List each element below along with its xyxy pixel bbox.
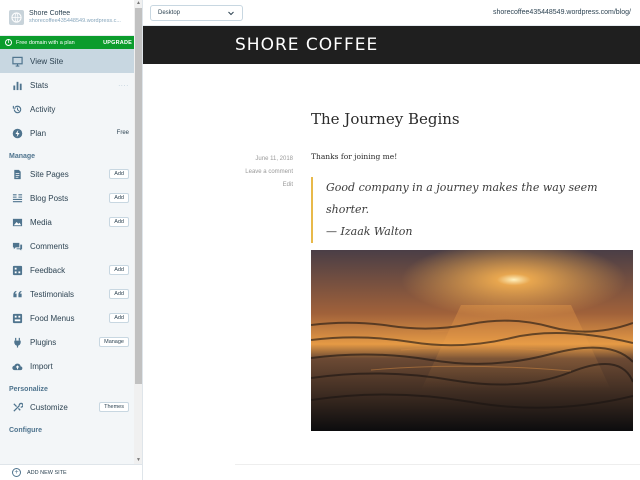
sidebar-item-blog-posts[interactable]: Blog Posts Add	[0, 186, 142, 210]
sidebar-item-feedback[interactable]: Feedback Add	[0, 258, 142, 282]
sidebar-item-media[interactable]: Media Add	[0, 210, 142, 234]
add-page-button[interactable]: Add	[109, 169, 129, 179]
site-title: Shore Coffee	[29, 10, 71, 18]
device-select[interactable]: Desktop	[150, 4, 243, 21]
edit-link[interactable]: Edit	[245, 179, 293, 192]
image-icon	[12, 217, 23, 228]
site-header-bar: SHORE COFFEE	[143, 26, 640, 64]
sidebar-item-label: Comments	[30, 241, 69, 251]
sidebar-item-activity[interactable]: Activity	[0, 97, 142, 121]
upgrade-link[interactable]: UPGRADE	[103, 40, 132, 46]
blockquote: Good company in a journey makes the way …	[311, 177, 633, 243]
feedback-icon	[12, 265, 23, 276]
sidebar-item-label: Activity	[30, 104, 56, 114]
quote-text: Good company in a journey makes the way …	[326, 181, 598, 216]
add-media-button[interactable]: Add	[109, 217, 129, 227]
sidebar-item-plan[interactable]: Plan Free	[0, 121, 142, 145]
post-date[interactable]: June 11, 2018	[245, 153, 293, 166]
site-preview: SHORE COFFEE The Journey Begins June 11,…	[143, 26, 640, 480]
themes-button[interactable]: Themes	[99, 402, 129, 412]
scroll-down-arrow-icon[interactable]: ▼	[135, 457, 142, 464]
sidebar-item-label: Plugins	[30, 337, 57, 347]
desktop-icon	[12, 56, 23, 67]
sidebar-item-site-pages[interactable]: Site Pages Add	[0, 162, 142, 186]
sidebar-item-import[interactable]: Import	[0, 354, 142, 378]
sidebar-item-label: Food Menus	[30, 313, 75, 323]
stats-sparkline: ....	[118, 82, 129, 88]
sidebar-item-customize[interactable]: Customize Themes	[0, 395, 142, 419]
plan-badge: Free	[116, 130, 129, 136]
sidebar-item-label: Stats	[30, 80, 49, 90]
section-heading-manage: Manage	[9, 153, 36, 160]
scrollbar-thumb[interactable]	[135, 8, 142, 384]
device-select-value: Desktop	[158, 9, 181, 16]
add-new-site-label: ADD NEW SITE	[27, 469, 67, 476]
add-food-menu-button[interactable]: Add	[109, 313, 129, 323]
sidebar-item-comments[interactable]: Comments	[0, 234, 142, 258]
sidebar-item-label: Feedback	[30, 265, 66, 275]
sidebar-item-label: Import	[30, 361, 53, 371]
scroll-up-arrow-icon[interactable]: ▲	[135, 0, 142, 7]
add-post-button[interactable]: Add	[109, 193, 129, 203]
quote-icon	[12, 289, 23, 300]
posts-icon	[12, 193, 23, 204]
bar-chart-icon	[12, 80, 23, 91]
site-url: shorecoffee435448549.wordpress.c...	[29, 18, 121, 25]
sidebar-item-label: Media	[30, 217, 52, 227]
tools-icon	[12, 402, 23, 413]
add-new-site-button[interactable]: + ADD NEW SITE	[0, 464, 142, 480]
leave-comment-link[interactable]: Leave a comment	[245, 166, 293, 179]
quote-author: — Izaak Walton	[326, 225, 413, 238]
plus-circle-icon: +	[12, 468, 21, 477]
sidebar-item-label: Customize	[30, 402, 68, 412]
info-icon: i	[5, 39, 12, 46]
preview-toolbar: Desktop shorecoffee435448549.wordpress.c…	[143, 0, 640, 26]
add-testimonial-button[interactable]: Add	[109, 289, 129, 299]
chevron-down-icon	[228, 11, 234, 15]
site-switcher[interactable]: Shore Coffee shorecoffee435448549.wordpr…	[0, 0, 142, 36]
section-heading-personalize: Personalize	[9, 386, 48, 393]
food-menu-icon	[12, 313, 23, 324]
cloud-upload-icon	[12, 361, 23, 372]
history-icon	[12, 104, 23, 115]
page-icon	[12, 169, 23, 180]
sidebar: Shore Coffee shorecoffee435448549.wordpr…	[0, 0, 143, 480]
upgrade-banner[interactable]: i Free domain with a plan UPGRADE	[0, 36, 142, 49]
sidebar-item-stats[interactable]: Stats ....	[0, 73, 142, 97]
post-title[interactable]: The Journey Begins	[311, 110, 460, 128]
plug-icon	[12, 337, 23, 348]
sidebar-item-label: Testimonials	[30, 289, 75, 299]
add-feedback-button[interactable]: Add	[109, 265, 129, 275]
lightning-icon	[12, 128, 23, 139]
manage-plugins-button[interactable]: Manage	[99, 337, 129, 347]
site-globe-icon	[9, 10, 24, 25]
hero-image-sunset-ocean	[311, 250, 633, 431]
post-intro: Thanks for joining me!	[311, 152, 398, 161]
sidebar-item-label: Plan	[30, 128, 47, 138]
sidebar-scrollbar[interactable]: ▲ ▼	[134, 0, 142, 464]
sidebar-item-label: View Site	[30, 56, 64, 66]
sidebar-item-food-menus[interactable]: Food Menus Add	[0, 306, 142, 330]
sidebar-item-label: Site Pages	[30, 169, 69, 179]
post-meta: June 11, 2018 Leave a comment Edit	[245, 153, 293, 192]
footer-divider	[235, 464, 640, 465]
preview-url[interactable]: shorecoffee435448549.wordpress.com/blog/	[493, 9, 631, 16]
site-brand[interactable]: SHORE COFFEE	[235, 35, 378, 55]
sidebar-item-label: Blog Posts	[30, 193, 69, 203]
sidebar-item-testimonials[interactable]: Testimonials Add	[0, 282, 142, 306]
section-heading-configure: Configure	[9, 427, 43, 434]
upgrade-banner-text: Free domain with a plan	[16, 39, 75, 46]
sidebar-item-view-site[interactable]: View Site	[0, 49, 142, 73]
comment-icon	[12, 241, 23, 252]
sidebar-item-plugins[interactable]: Plugins Manage	[0, 330, 142, 354]
